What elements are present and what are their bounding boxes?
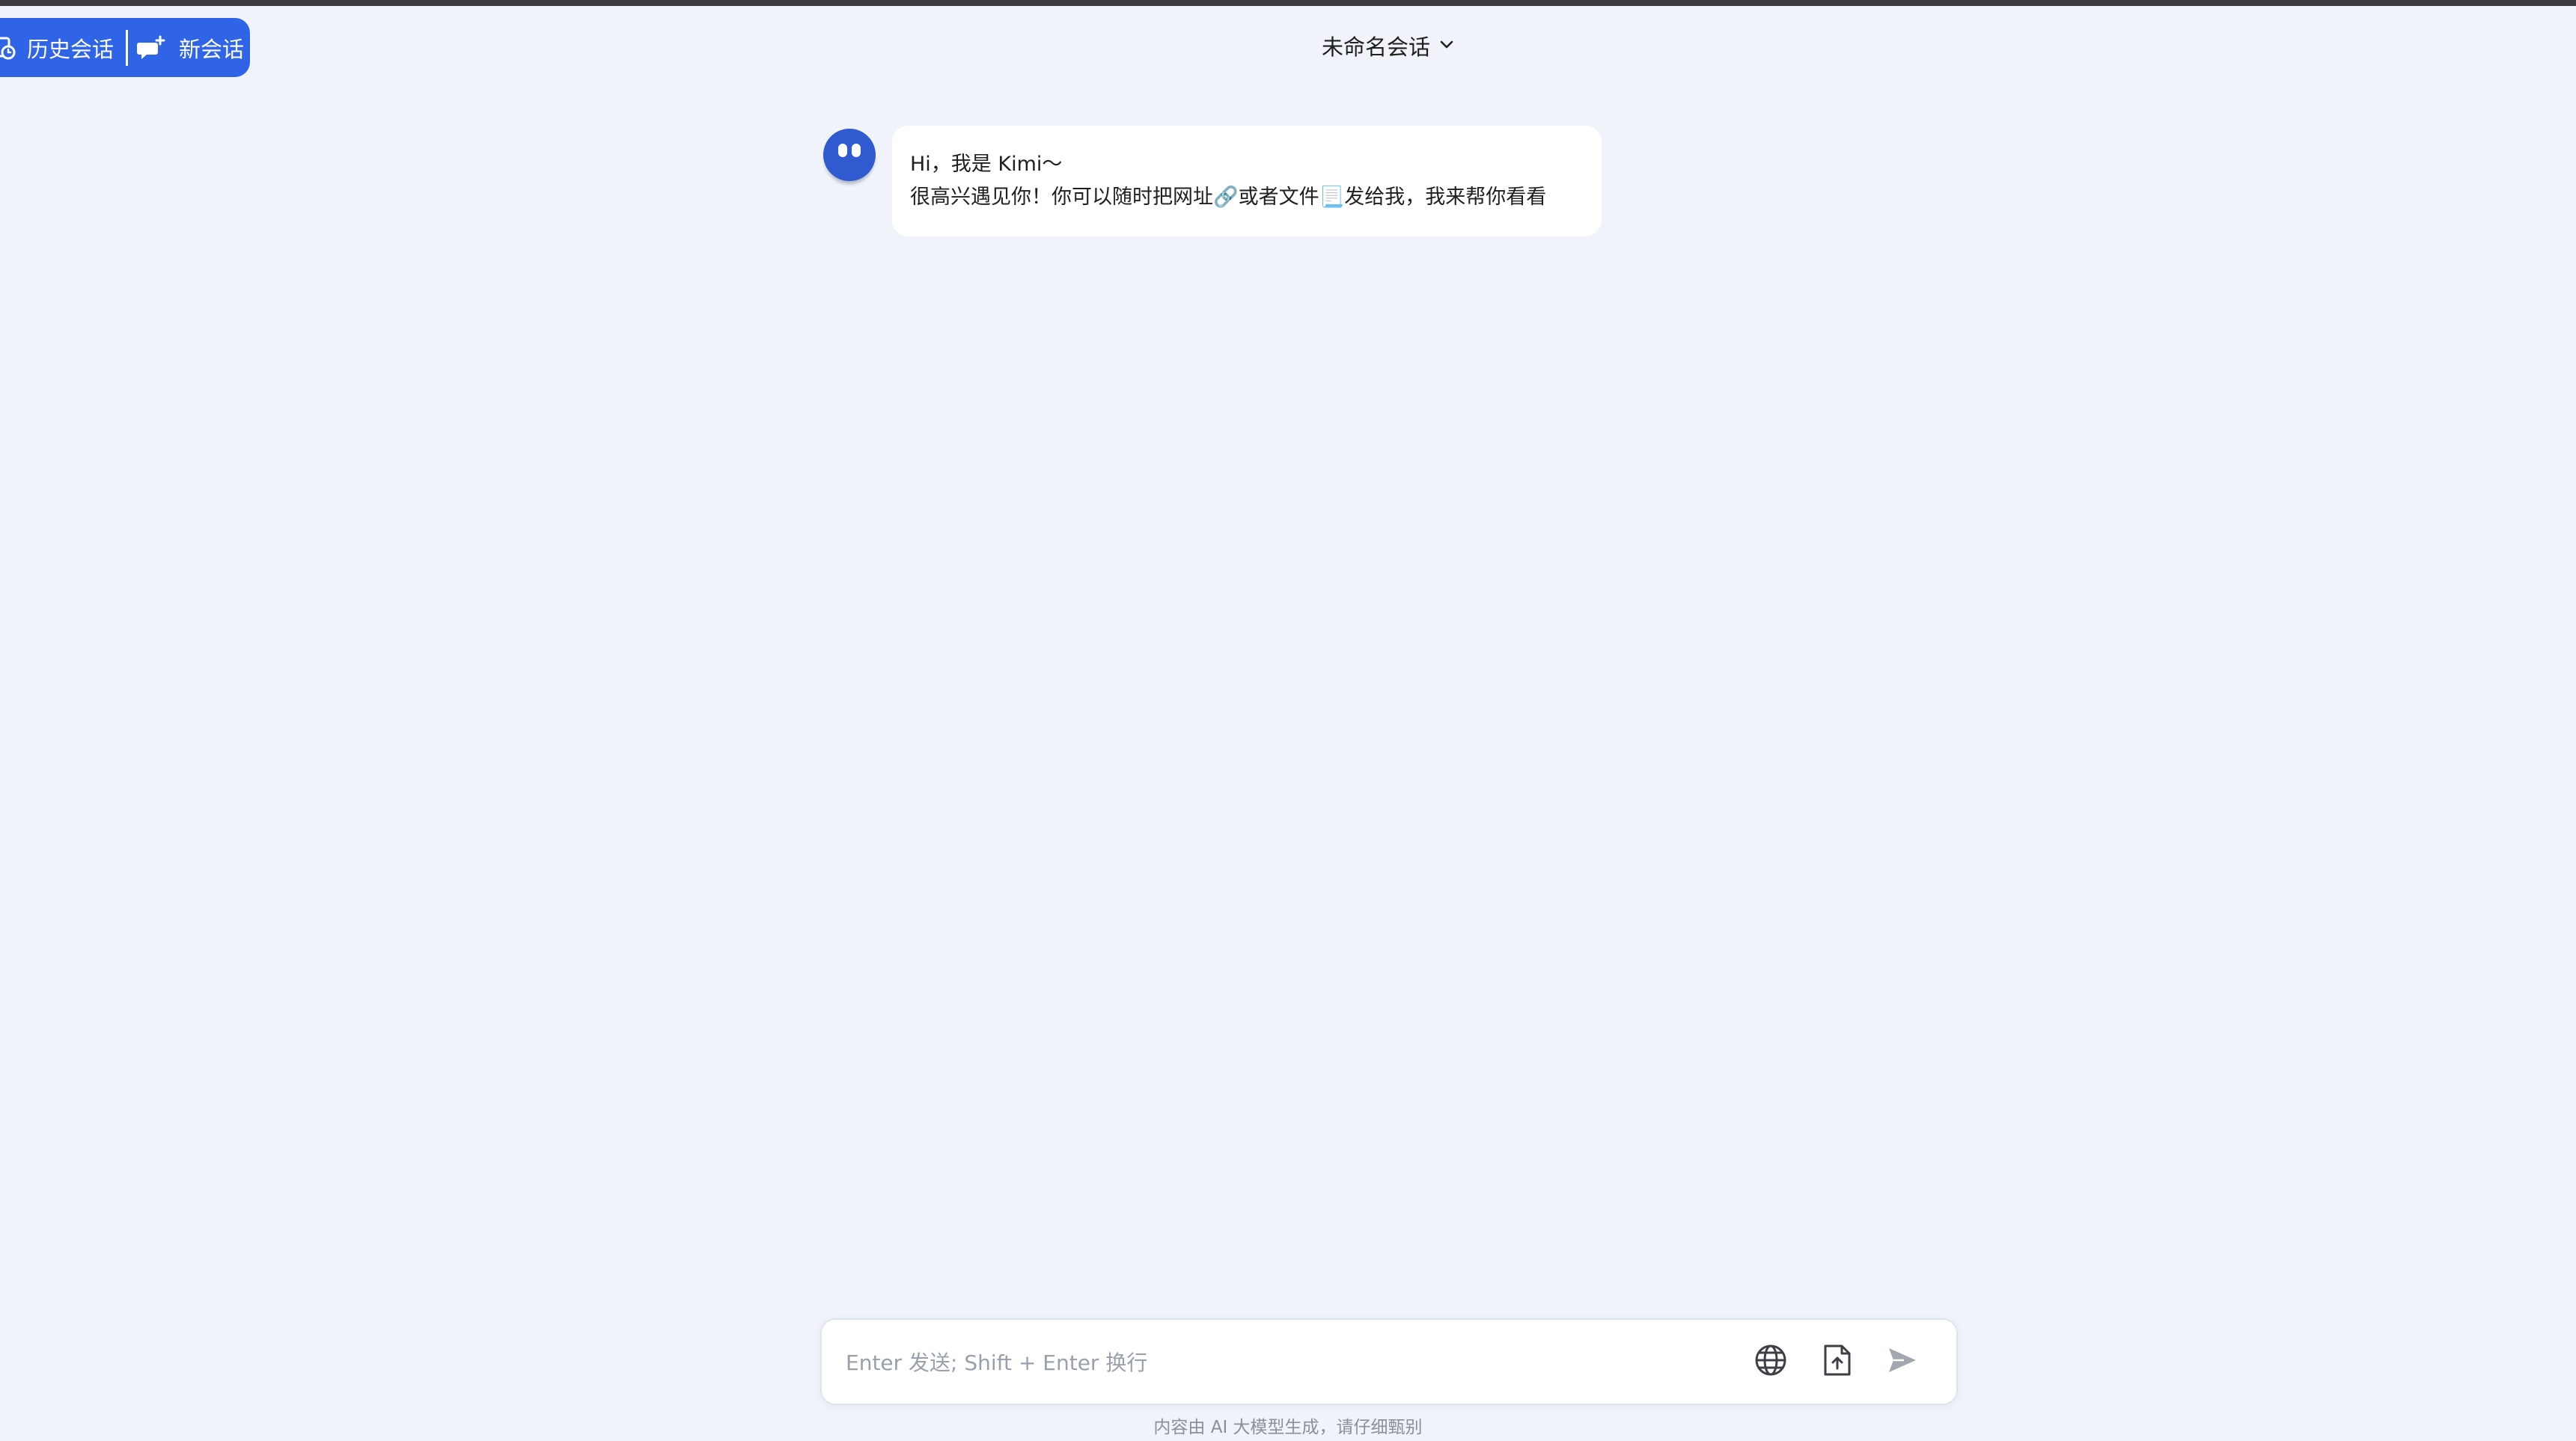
globe-icon [1754,1343,1788,1380]
upload-file-icon [1821,1343,1852,1380]
message-line-intro: 很高兴遇见你！你可以随时把网址🔗或者文件📃发给我，我来帮你看看 [910,186,1547,209]
upload-file-button[interactable] [1816,1341,1858,1383]
message-composer [820,1318,1958,1405]
message-input[interactable] [844,1342,1730,1383]
new-chat-button[interactable]: 新会话 [137,18,244,77]
assistant-message-bubble: Hi，我是 Kimi～ 很高兴遇见你！你可以随时把网址🔗或者文件📃发给我，我来帮… [892,126,1602,236]
new-chat-icon [137,35,165,61]
history-clock-icon [0,35,16,61]
message-line-greeting: Hi，我是 Kimi～ [910,153,1063,176]
new-chat-label: 新会话 [179,36,245,62]
pill-divider [126,29,129,66]
top-actions-bar: 历史会话 新会话 [0,18,250,77]
ai-disclaimer: 内容由 AI 大模型生成，请仔细甄别 [1153,1418,1423,1437]
avatar-eye-right [852,144,861,157]
chevron-down-icon [1439,39,1454,53]
web-search-button[interactable] [1750,1341,1792,1383]
history-chats-button[interactable]: 历史会话 [0,18,114,77]
conversation-title-dropdown[interactable]: 未命名会话 [1322,30,1454,61]
avatar-eye-left [838,144,847,157]
kimi-avatar [823,129,876,181]
send-icon [1886,1345,1919,1378]
send-button[interactable] [1881,1341,1923,1383]
history-chats-label: 历史会话 [27,36,115,62]
conversation-title: 未命名会话 [1322,34,1431,60]
window-top-strip [0,0,2576,6]
